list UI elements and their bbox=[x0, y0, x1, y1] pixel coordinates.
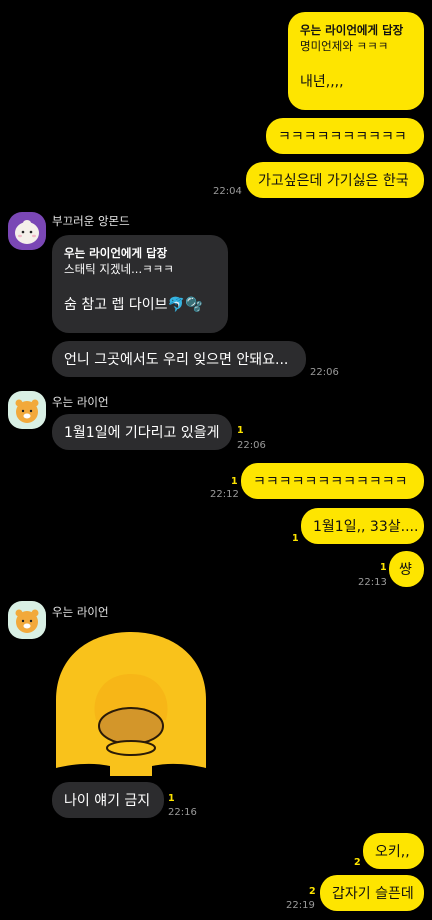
unread-count: 1 bbox=[237, 425, 244, 436]
my-message-bubble[interactable]: 썅 bbox=[389, 551, 424, 587]
unread-count: 1 bbox=[231, 476, 238, 487]
message-time: 22:06 bbox=[237, 440, 266, 451]
message-text: 숨 참고 렙 다이브🐬🫧 bbox=[64, 297, 203, 313]
my-message-bubble[interactable]: 오키,, bbox=[363, 833, 424, 869]
reply-quote: 스태틱 지겠네...ㅋㅋㅋ bbox=[64, 262, 174, 276]
unread-count: 1 bbox=[168, 793, 175, 804]
crying-ryan-icon bbox=[15, 399, 39, 423]
their-message-bubble[interactable]: 나이 얘기 금지 bbox=[52, 782, 164, 818]
message-time: 22:12 bbox=[210, 489, 239, 500]
my-message-bubble[interactable]: ㅋㅋㅋㅋㅋㅋㅋㅋㅋㅋ bbox=[266, 118, 424, 154]
reply-target-title: 우는 라이언에게 답장 bbox=[64, 246, 168, 260]
my-message-bubble[interactable]: 갑자기 슬픈데 bbox=[320, 875, 424, 911]
sender-avatar[interactable] bbox=[8, 391, 46, 429]
message-time: 22:04 bbox=[213, 186, 242, 197]
almond-character-icon bbox=[15, 220, 39, 244]
sender-name: 우는 라이언 bbox=[52, 605, 109, 619]
reply-target-title: 우는 라이언에게 답장 bbox=[300, 23, 404, 37]
unread-count: 2 bbox=[309, 886, 316, 897]
my-message-bubble[interactable]: 가고싶은데 가기싫은 한국 bbox=[246, 162, 424, 198]
unread-count: 2 bbox=[354, 857, 361, 868]
their-reply-bubble[interactable]: 우는 라이언에게 답장 스태틱 지겠네...ㅋㅋㅋ 숨 참고 렙 다이브🐬🫧 bbox=[52, 235, 228, 333]
message-time: 22:16 bbox=[168, 807, 197, 818]
my-reply-bubble[interactable]: 우는 라이언에게 답장 명미언제와 ㅋㅋㅋ 내년,,,, bbox=[288, 12, 424, 110]
sender-name: 우는 라이언 bbox=[52, 395, 109, 409]
message-time: 22:13 bbox=[358, 577, 387, 588]
their-message-bubble[interactable]: 1월1일에 기다리고 있을게 bbox=[52, 414, 232, 450]
reply-quote: 명미언제와 ㅋㅋㅋ bbox=[300, 39, 389, 53]
sender-avatar[interactable] bbox=[8, 212, 46, 250]
message-text: 내년,,,, bbox=[300, 74, 344, 90]
sender-name: 부끄러운 앙몬드 bbox=[52, 214, 130, 228]
emoticon-sticker[interactable] bbox=[52, 628, 210, 776]
sender-avatar[interactable] bbox=[8, 601, 46, 639]
my-message-bubble[interactable]: 1월1일,, 33살.... bbox=[301, 508, 424, 544]
crying-ryan-icon bbox=[15, 609, 39, 633]
message-time: 22:06 bbox=[310, 367, 339, 378]
message-time: 22:19 bbox=[286, 900, 315, 911]
yellow-face-sticker-icon bbox=[56, 632, 206, 776]
unread-count: 1 bbox=[380, 562, 387, 573]
my-message-bubble[interactable]: ㅋㅋㅋㅋㅋㅋㅋㅋㅋㅋㅋㅋ bbox=[241, 463, 424, 499]
unread-count: 1 bbox=[292, 533, 299, 544]
their-message-bubble[interactable]: 언니 그곳에서도 우리 잊으면 안돼요... bbox=[52, 341, 306, 377]
